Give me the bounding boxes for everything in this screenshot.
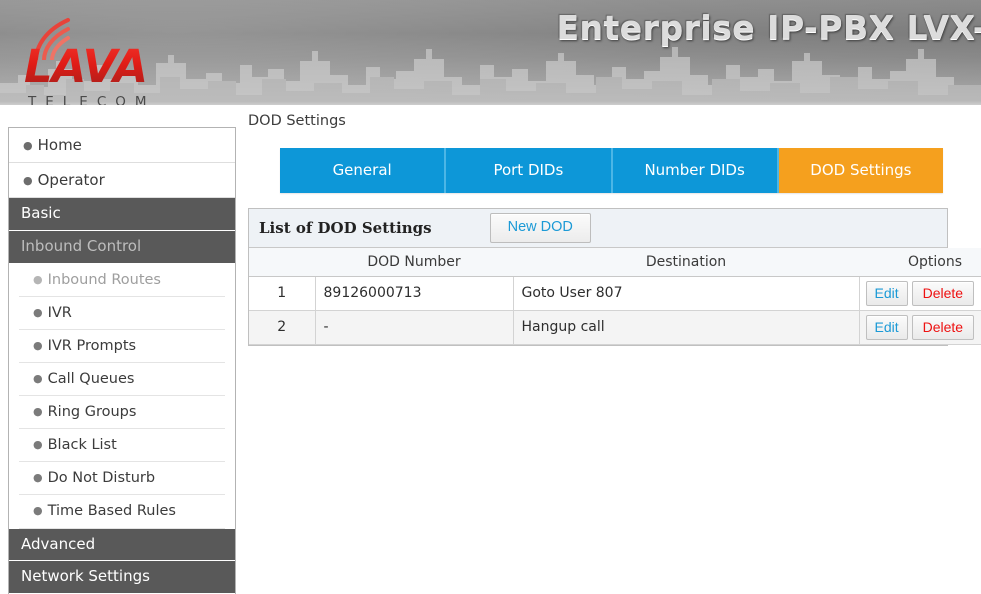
product-name-title: Enterprise IP-PBX LVX-	[556, 8, 981, 47]
tab-dod-settings[interactable]: DOD Settings	[778, 147, 943, 193]
tab-bar: General Port DIDs Number DIDs DOD Settin…	[280, 147, 943, 193]
sidebar-item-label: Do Not Disturb	[47, 470, 156, 487]
bullet-icon: ●	[33, 272, 43, 286]
tab-port-dids[interactable]: Port DIDs	[446, 147, 613, 193]
sidebar-section-advanced[interactable]: Advanced	[9, 528, 235, 562]
table-row: 2 - Hangup call Edit Delete	[249, 310, 981, 345]
sidebar-item-ivr[interactable]: ● IVR	[19, 296, 225, 330]
sidebar-item-label: IVR Prompts	[47, 337, 137, 354]
sidebar-item-do-not-disturb[interactable]: ● Do Not Disturb	[19, 462, 225, 496]
bullet-icon: ●	[33, 504, 43, 518]
new-dod-button[interactable]: New DOD	[489, 213, 591, 243]
sidebar-item-label: Operator	[37, 171, 105, 189]
sidebar-item-label: Black List	[47, 437, 117, 454]
sidebar-section-network-settings[interactable]: Network Settings	[9, 561, 235, 594]
row-options: Edit Delete	[859, 276, 981, 311]
sidebar-item-label: Inbound Routes	[47, 271, 161, 288]
row-index: 1	[249, 276, 316, 311]
table-row: 1 89126000713 Goto User 807 Edit Delete	[249, 276, 981, 311]
bullet-icon: ●	[33, 371, 43, 385]
tab-general[interactable]: General	[280, 147, 447, 193]
column-header-dod-number: DOD Number	[315, 247, 513, 277]
row-index: 2	[249, 310, 316, 345]
delete-button[interactable]: Delete	[911, 280, 975, 306]
sidebar-section-inbound-control[interactable]: Inbound Control	[9, 230, 235, 264]
bullet-icon: ●	[23, 139, 33, 152]
bullet-icon: ●	[33, 405, 43, 418]
sidebar-item-label: IVR	[47, 304, 72, 321]
page-title: DOD Settings	[248, 113, 346, 129]
app-banner: LAVA TELECOM Enterprise IP-PBX LVX-	[0, 0, 981, 105]
bullet-icon: ●	[33, 305, 43, 319]
sidebar-section-basic[interactable]: Basic	[9, 198, 235, 231]
page-body: ● Home ● Operator Basic Inbound Control ● I…	[0, 105, 981, 594]
sidebar-item-time-based-rules[interactable]: ● Time Based Rules	[19, 495, 225, 529]
sidebar-item-inbound-routes[interactable]: ● Inbound Routes	[19, 263, 225, 297]
dod-settings-table: DOD Number Destination Options 1 8912600…	[249, 247, 981, 345]
sidebar-item-ring-groups[interactable]: ● Ring Groups	[19, 396, 225, 430]
sidebar-item-label: Call Queues	[47, 370, 135, 387]
sidebar-item-label: Home	[37, 136, 82, 154]
logo-subtext: TELECOM	[28, 94, 156, 105]
edit-button[interactable]: Edit	[865, 314, 908, 340]
row-destination: Goto User 807	[513, 276, 860, 311]
bullet-icon: ●	[33, 338, 43, 352]
sidebar-item-ivr-prompts[interactable]: ● IVR Prompts	[19, 329, 225, 363]
main-content: DOD Settings General Port DIDs Number DI…	[248, 105, 981, 346]
edit-button[interactable]: Edit	[865, 280, 908, 306]
delete-button[interactable]: Delete	[911, 314, 975, 340]
row-destination: Hangup call	[513, 310, 860, 345]
sidebar-item-black-list[interactable]: ● Black List	[19, 429, 225, 463]
lava-telecom-logo[interactable]: LAVA TELECOM	[18, 16, 198, 105]
table-body: 1 89126000713 Goto User 807 Edit Delete 2…	[249, 276, 981, 345]
sidebar-item-call-queues[interactable]: ● Call Queues	[19, 362, 225, 396]
panel-header: List of DOD Settings New DOD	[249, 208, 947, 248]
column-header-destination: Destination	[513, 247, 859, 277]
sidebar-item-home[interactable]: ● Home	[9, 128, 235, 163]
panel-title: List of DOD Settings	[259, 218, 432, 237]
column-header-options: Options	[859, 247, 981, 277]
sidebar-item-operator[interactable]: ● Operator	[9, 163, 235, 198]
table-header: DOD Number Destination Options	[249, 247, 981, 277]
table-header-row: DOD Number Destination Options	[249, 247, 981, 277]
logo-wordmark: LAVA	[24, 40, 148, 93]
dod-settings-panel: List of DOD Settings New DOD DOD Number …	[248, 207, 981, 346]
column-header-index	[249, 247, 315, 277]
bullet-icon: ●	[33, 471, 43, 485]
row-dod-number: 89126000713	[315, 276, 514, 311]
row-options: Edit Delete	[859, 310, 981, 345]
tab-number-dids[interactable]: Number DIDs	[612, 147, 779, 193]
sidebar-item-label: Ring Groups	[47, 404, 137, 420]
sidebar-navigation: ● Home ● Operator Basic Inbound Control ● I…	[8, 127, 236, 594]
bullet-icon: ●	[23, 174, 33, 187]
sidebar-item-label: Time Based Rules	[47, 503, 176, 520]
bullet-icon: ●	[33, 438, 43, 452]
row-dod-number: -	[315, 310, 514, 345]
